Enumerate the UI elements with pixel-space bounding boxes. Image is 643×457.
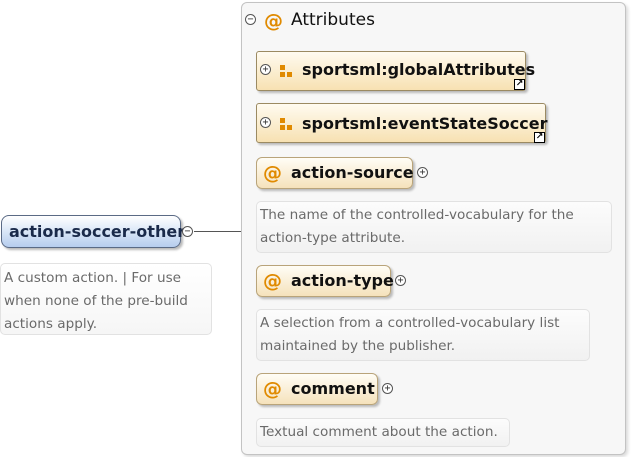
root-element-node[interactable]: action-soccer-other — [1, 215, 185, 248]
attribute-at-icon: @ — [263, 162, 282, 184]
link-arrow-icon[interactable]: ↗ — [534, 132, 545, 143]
attributes-at-icon: @ — [264, 10, 283, 32]
attribute-at-icon: @ — [263, 378, 282, 400]
expand-icon[interactable]: + — [260, 64, 271, 75]
description-line: maintained by the publisher. — [260, 338, 456, 354]
description-line: A selection from a controlled-vocabulary… — [260, 315, 560, 331]
attribute-description: A selection from a controlled-vocabulary… — [256, 309, 590, 361]
attribute-group-icon — [280, 65, 292, 77]
attribute-description: The name of the controlled-vocabulary fo… — [256, 201, 612, 253]
attribute-group-icon — [280, 118, 292, 130]
attribute-group-ref-label: sportsml:globalAttributes — [302, 60, 536, 79]
root-description-line: A custom action. | For use — [4, 270, 182, 286]
description-line: action-type attribute. — [260, 230, 406, 246]
attribute-action-source[interactable]: @ action-source — [256, 157, 414, 189]
description-line: Textual comment about the action. — [260, 424, 498, 440]
attribute-description: Textual comment about the action. — [256, 418, 510, 447]
attribute-action-type[interactable]: @ action-type — [256, 265, 394, 297]
root-description-line: when none of the pre-build — [4, 293, 188, 309]
attributes-group-title: Attributes — [291, 10, 375, 30]
attribute-comment[interactable]: @ comment — [256, 373, 378, 405]
attribute-name: action-source — [291, 163, 414, 182]
attribute-name: comment — [291, 379, 375, 398]
root-description-line: actions apply. — [4, 316, 98, 332]
root-connector-line — [194, 231, 242, 232]
attribute-group-ref-label: sportsml:eventStateSoccer — [302, 114, 548, 133]
expand-icon[interactable]: + — [395, 275, 406, 286]
root-element-label: action-soccer-other — [9, 222, 186, 241]
attribute-group-ref-global[interactable]: + sportsml:globalAttributes ↗ — [256, 51, 535, 91]
expand-icon[interactable]: + — [417, 167, 428, 178]
expand-icon[interactable]: + — [382, 383, 393, 394]
attributes-collapse-icon[interactable]: − — [245, 14, 256, 25]
root-collapse-icon[interactable]: − — [182, 226, 193, 237]
expand-icon[interactable]: + — [260, 117, 271, 128]
attribute-group-ref-event-state[interactable]: + sportsml:eventStateSoccer ↗ — [256, 103, 548, 143]
attribute-name: action-type — [291, 271, 394, 290]
description-line: The name of the controlled-vocabulary fo… — [260, 207, 574, 223]
attribute-at-icon: @ — [263, 270, 282, 292]
link-arrow-icon[interactable]: ↗ — [514, 79, 525, 90]
root-description: A custom action. | For use when none of … — [0, 263, 212, 335]
